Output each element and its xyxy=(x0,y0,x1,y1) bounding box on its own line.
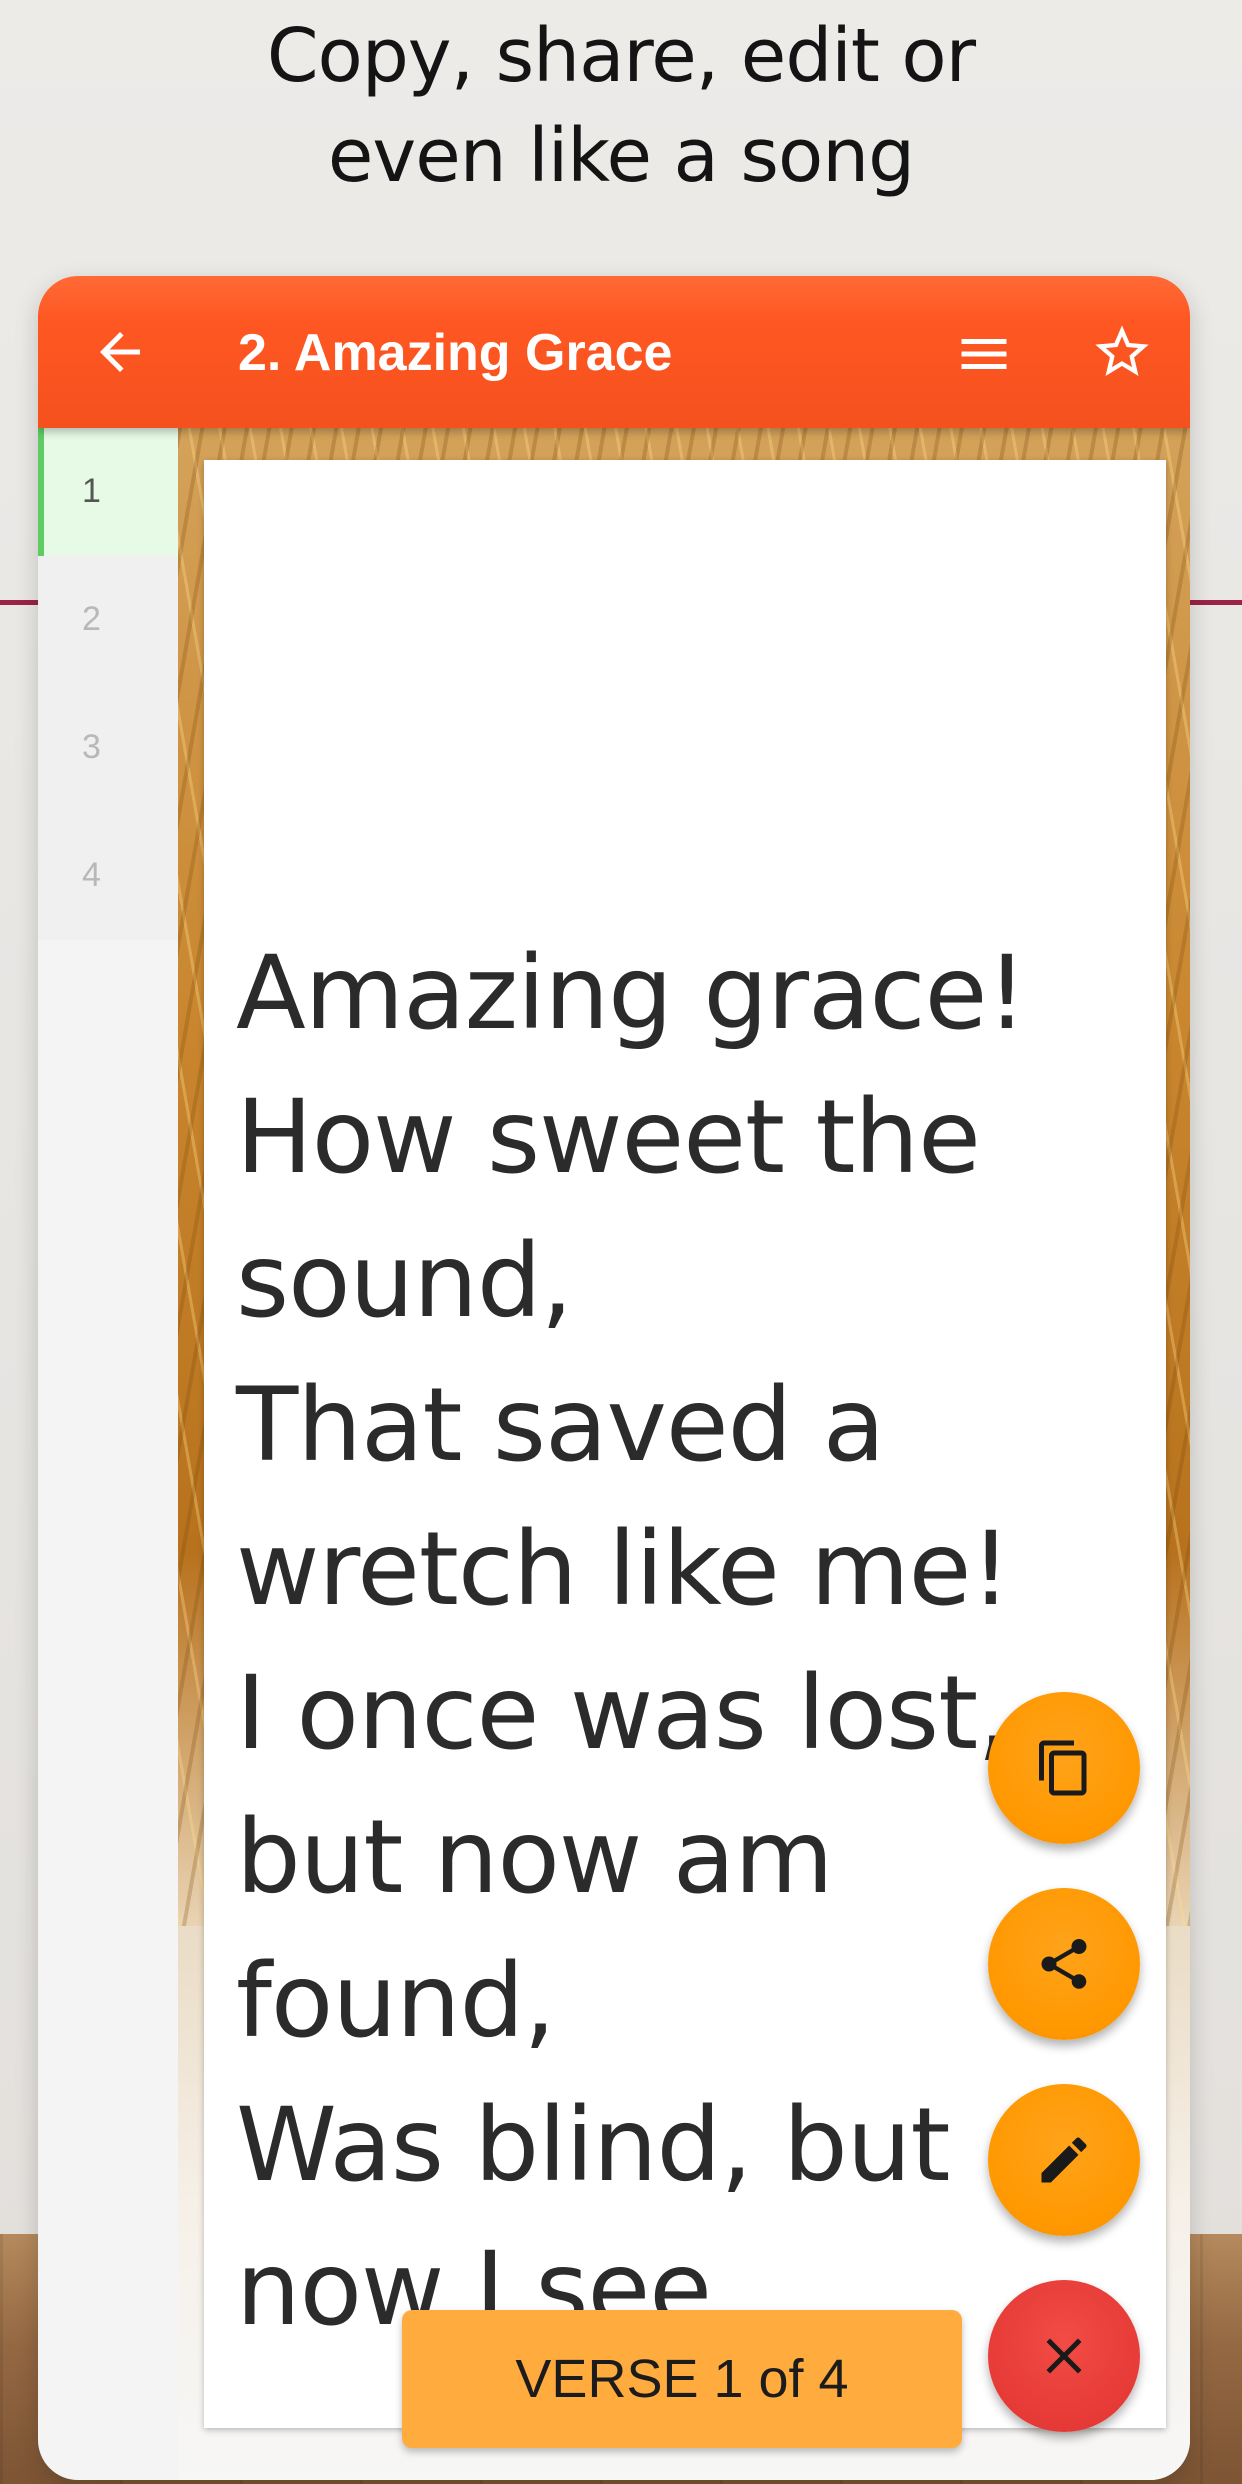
verse-tab-label: 3 xyxy=(82,728,101,766)
decorative-line-right xyxy=(1182,600,1242,605)
promo-headline-line-2: even like a song xyxy=(327,113,915,199)
song-title: 2. Amazing Grace xyxy=(238,324,673,382)
menu-button[interactable] xyxy=(954,324,1014,384)
verse-tab-label: 1 xyxy=(82,472,101,510)
verse-tab-2[interactable]: 2 xyxy=(38,556,178,684)
favorite-button[interactable] xyxy=(1090,320,1154,384)
verse-tab-label: 4 xyxy=(82,856,101,894)
verse-indicator[interactable]: VERSE 1 of 4 xyxy=(402,2310,962,2448)
menu-icon xyxy=(961,339,1007,369)
star-outline-icon xyxy=(1095,325,1149,376)
app-bar: 2. Amazing Grace xyxy=(38,276,1190,428)
share-icon xyxy=(1041,1939,1087,1989)
verse-tab-4[interactable]: 4 xyxy=(38,812,178,940)
edit-pencil-icon xyxy=(1041,2137,1087,2183)
close-actions-button[interactable] xyxy=(988,2280,1140,2432)
promo-headline: Copy, share, edit or even like a song xyxy=(0,6,1242,206)
arrow-back-icon xyxy=(100,332,140,372)
back-button[interactable] xyxy=(90,322,150,382)
copy-button[interactable] xyxy=(988,1692,1140,1844)
share-button[interactable] xyxy=(988,1888,1140,2040)
verse-tab-label: 2 xyxy=(82,600,101,638)
edit-button[interactable] xyxy=(988,2084,1140,2236)
verse-sidebar: 1 2 3 4 xyxy=(38,428,178,940)
close-icon xyxy=(1046,2338,1082,2374)
phone-screen: 2. Amazing Grace 1 2 3 4 Amazing grace! … xyxy=(38,276,1190,2480)
verse-tab-3[interactable]: 3 xyxy=(38,684,178,812)
verse-tab-1[interactable]: 1 xyxy=(38,428,178,556)
promo-headline-line-1: Copy, share, edit or xyxy=(266,13,976,99)
copy-icon xyxy=(1039,1740,1087,1796)
